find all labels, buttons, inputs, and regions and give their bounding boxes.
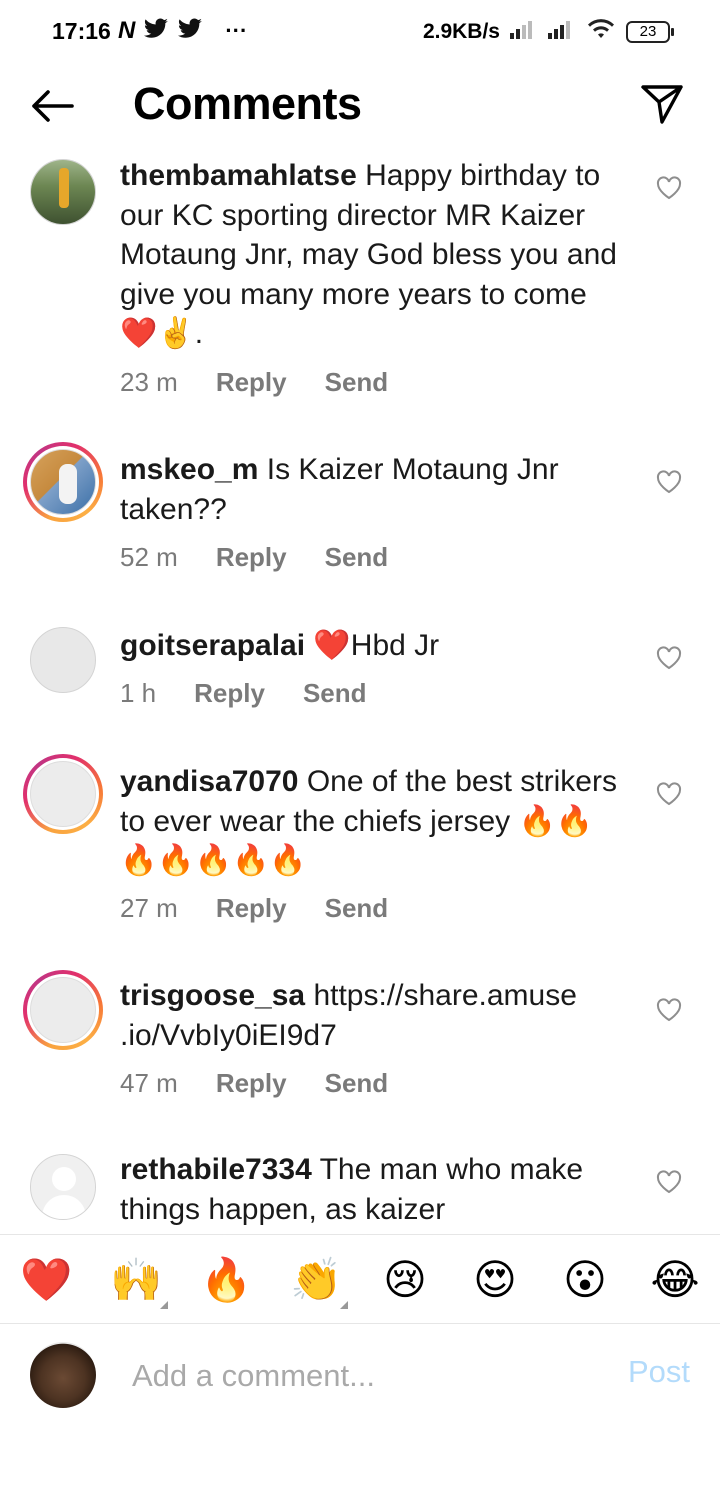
default-avatar-icon <box>31 1155 95 1219</box>
comment-username[interactable]: goitserapalai <box>120 629 305 662</box>
back-arrow-icon <box>32 90 74 122</box>
comment-meta: 1 h Reply Send <box>120 678 367 709</box>
header: Comments <box>0 66 720 148</box>
status-app-icons: N ··· <box>118 16 247 46</box>
like-heart-icon[interactable] <box>656 782 682 806</box>
avatar[interactable] <box>23 754 103 834</box>
send-button[interactable]: Send <box>303 678 367 709</box>
avatar[interactable] <box>30 159 96 225</box>
red-heart-emoji-button[interactable]: ❤️ <box>20 1255 72 1305</box>
share-button[interactable] <box>638 80 686 128</box>
comment-body: trisgoose_sa https://share.amuse .io/Vvb… <box>120 976 630 1055</box>
reply-button[interactable]: Reply <box>194 678 265 709</box>
comment-composer: Post <box>0 1324 720 1434</box>
avatar[interactable] <box>30 1154 96 1220</box>
comment-meta: 23 m Reply Send <box>120 367 388 398</box>
status-right: 2.9KB/s 23 <box>422 18 674 45</box>
twitter-icon <box>143 17 169 45</box>
comment-username[interactable]: yandisa7070 <box>120 765 298 798</box>
send-button[interactable]: Send <box>325 367 389 398</box>
skin-tone-indicator <box>340 1301 348 1309</box>
comment-username[interactable]: thembamahlatse <box>120 159 357 192</box>
twitter-icon <box>177 17 203 45</box>
comment-text: ❤️Hbd Jr <box>313 629 440 662</box>
signal-icon <box>510 19 538 44</box>
comment-body: mskeo_m Is Kaizer Motaung Jnr taken?? <box>120 450 630 529</box>
comment-body: yandisa7070 One of the best strikers to … <box>120 762 630 881</box>
comment-username[interactable]: mskeo_m <box>120 453 258 486</box>
like-heart-icon[interactable] <box>656 646 682 670</box>
page-title: Comments <box>133 78 362 129</box>
avatar[interactable] <box>30 627 96 693</box>
wifi-icon <box>586 18 616 45</box>
back-button[interactable] <box>28 84 76 128</box>
send-button[interactable]: Send <box>325 1068 389 1099</box>
reply-button[interactable]: Reply <box>216 893 287 924</box>
current-user-avatar <box>30 1342 96 1408</box>
comment-username[interactable]: rethabile7334 <box>120 1153 312 1186</box>
surprised-face-emoji-button[interactable]: 😮 <box>560 1255 610 1305</box>
network-speed: 2.9KB/s <box>422 19 500 43</box>
heart-eyes-emoji-button[interactable]: 😍 <box>470 1255 520 1305</box>
clapping-hands-emoji-button[interactable]: 👏 <box>290 1255 342 1305</box>
comment-body: goitserapalai ❤️Hbd Jr <box>120 626 630 666</box>
comment-meta: 47 m Reply Send <box>120 1068 388 1099</box>
avatar-photo <box>30 449 96 515</box>
reply-button[interactable]: Reply <box>216 1068 287 1099</box>
like-heart-icon[interactable] <box>656 998 682 1022</box>
avatar[interactable] <box>23 442 103 522</box>
fire-emoji-button[interactable]: 🔥 <box>200 1255 252 1305</box>
comment-body: thembamahlatse Happy birthday to our KC … <box>120 156 630 354</box>
skin-tone-indicator <box>160 1301 168 1309</box>
status-bar: 17:16 N ··· 2.9KB/s 23 <box>0 0 720 66</box>
status-time: 17:16 <box>52 18 111 44</box>
avatar[interactable] <box>23 970 103 1050</box>
reply-button[interactable]: Reply <box>216 542 287 573</box>
comment-time: 27 m <box>120 893 178 923</box>
comment-meta: 27 m Reply Send <box>120 893 388 924</box>
like-heart-icon[interactable] <box>656 1170 682 1194</box>
like-heart-icon[interactable] <box>656 176 682 200</box>
reply-button[interactable]: Reply <box>216 367 287 398</box>
comment-time: 52 m <box>120 542 178 572</box>
signal-icon <box>548 19 576 44</box>
emoji-reaction-bar: ❤️ 🙌 🔥 👏 😢 😍 😮 😂 <box>0 1234 720 1324</box>
netflix-icon: N <box>118 17 136 44</box>
comment-meta: 52 m Reply Send <box>120 542 388 573</box>
send-button[interactable]: Send <box>325 542 389 573</box>
like-heart-icon[interactable] <box>656 470 682 494</box>
comment-username[interactable]: trisgoose_sa <box>120 979 305 1012</box>
more-notifications-icon: ··· <box>225 18 248 43</box>
tears-of-joy-emoji-button[interactable]: 😂 <box>650 1255 700 1305</box>
avatar-photo <box>30 977 96 1043</box>
comment-time: 47 m <box>120 1068 178 1098</box>
raising-hands-emoji-button[interactable]: 🙌 <box>110 1255 162 1305</box>
comment-input[interactable] <box>132 1352 572 1400</box>
comment-time: 1 h <box>120 678 157 708</box>
avatar-photo <box>30 761 96 827</box>
comment-body: rethabile7334 The man who make things ha… <box>120 1150 630 1229</box>
post-button[interactable]: Post <box>628 1354 690 1390</box>
crying-face-emoji-button[interactable]: 😢 <box>380 1255 430 1305</box>
avatar-photo <box>31 160 95 224</box>
battery-icon: 23 <box>626 20 674 43</box>
comments-list[interactable]: thembamahlatse Happy birthday to our KC … <box>0 148 720 1234</box>
send-button[interactable]: Send <box>325 893 389 924</box>
paper-plane-icon <box>641 85 683 124</box>
comment-time: 23 m <box>120 367 178 397</box>
